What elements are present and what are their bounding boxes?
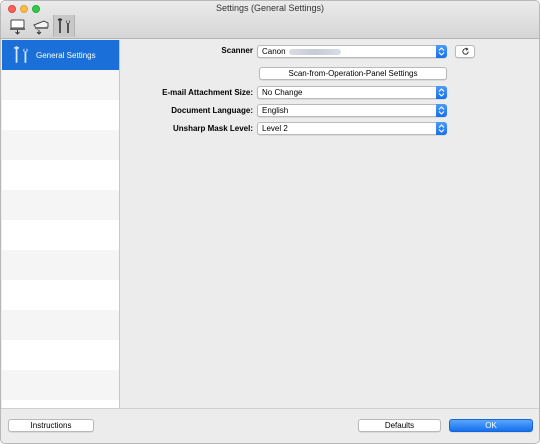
document-language-value: English bbox=[262, 106, 289, 115]
chevron-updown-icon bbox=[436, 104, 447, 117]
scanner-label: Scanner bbox=[221, 46, 253, 55]
sidebar-item-general-settings[interactable]: General Settings bbox=[2, 40, 119, 70]
sidebar-empty-row bbox=[2, 100, 119, 130]
redacted-model-name bbox=[288, 48, 341, 55]
chevron-updown-icon bbox=[436, 122, 447, 135]
unsharp-mask-level-label: Unsharp Mask Level: bbox=[172, 124, 253, 133]
toolbar-general-settings[interactable] bbox=[53, 15, 75, 37]
sidebar-empty-row bbox=[2, 160, 119, 190]
sidebar-empty-row bbox=[2, 70, 119, 100]
sidebar-item-label: General Settings bbox=[36, 50, 96, 60]
sidebar: General Settings bbox=[2, 40, 120, 408]
email-attachment-size-label: E-mail Attachment Size: bbox=[162, 88, 253, 97]
sidebar-empty-row bbox=[2, 130, 119, 160]
instructions-button[interactable]: Instructions bbox=[8, 419, 94, 432]
sidebar-empty-row bbox=[2, 250, 119, 280]
sidebar-empty-row bbox=[2, 340, 119, 370]
toolbar-scan-from-panel[interactable] bbox=[30, 15, 52, 37]
scanner-select-value: Canon bbox=[262, 47, 286, 56]
sidebar-empty-row bbox=[2, 220, 119, 250]
document-language-select[interactable]: English bbox=[257, 104, 447, 117]
tools-icon bbox=[57, 18, 70, 33]
footer-divider bbox=[1, 408, 539, 409]
window-title: Settings (General Settings) bbox=[215, 3, 325, 13]
sidebar-empty-row bbox=[2, 400, 119, 408]
email-attachment-size-select[interactable]: No Change bbox=[257, 86, 447, 99]
document-language-label: Document Language: bbox=[171, 106, 253, 115]
chevron-updown-icon bbox=[436, 86, 447, 99]
toolbar-scan-from-computer[interactable] bbox=[7, 15, 29, 37]
refresh-scanner-button[interactable] bbox=[455, 45, 475, 58]
refresh-icon bbox=[461, 47, 469, 55]
scan-from-operation-panel-settings-button[interactable]: Scan-from-Operation-Panel Settings bbox=[259, 67, 447, 80]
unsharp-mask-level-select[interactable]: Level 2 bbox=[257, 122, 447, 135]
settings-window: Settings (General Settings) General Sett… bbox=[0, 0, 540, 444]
sidebar-empty-row bbox=[2, 370, 119, 400]
tools-icon bbox=[10, 44, 32, 66]
email-attachment-size-value: No Change bbox=[262, 88, 303, 97]
sidebar-empty-row bbox=[2, 190, 119, 220]
sidebar-empty-row bbox=[2, 310, 119, 340]
scanner-select[interactable]: Canon bbox=[257, 45, 447, 58]
unsharp-mask-level-value: Level 2 bbox=[262, 124, 288, 133]
ok-button[interactable]: OK bbox=[449, 419, 533, 432]
scanner-panel-icon bbox=[33, 20, 49, 35]
defaults-button[interactable]: Defaults bbox=[358, 419, 441, 432]
title-bar: Settings (General Settings) bbox=[1, 1, 539, 39]
chevron-updown-icon bbox=[436, 45, 447, 58]
sidebar-empty-row bbox=[2, 280, 119, 310]
computer-scan-icon bbox=[10, 19, 25, 35]
